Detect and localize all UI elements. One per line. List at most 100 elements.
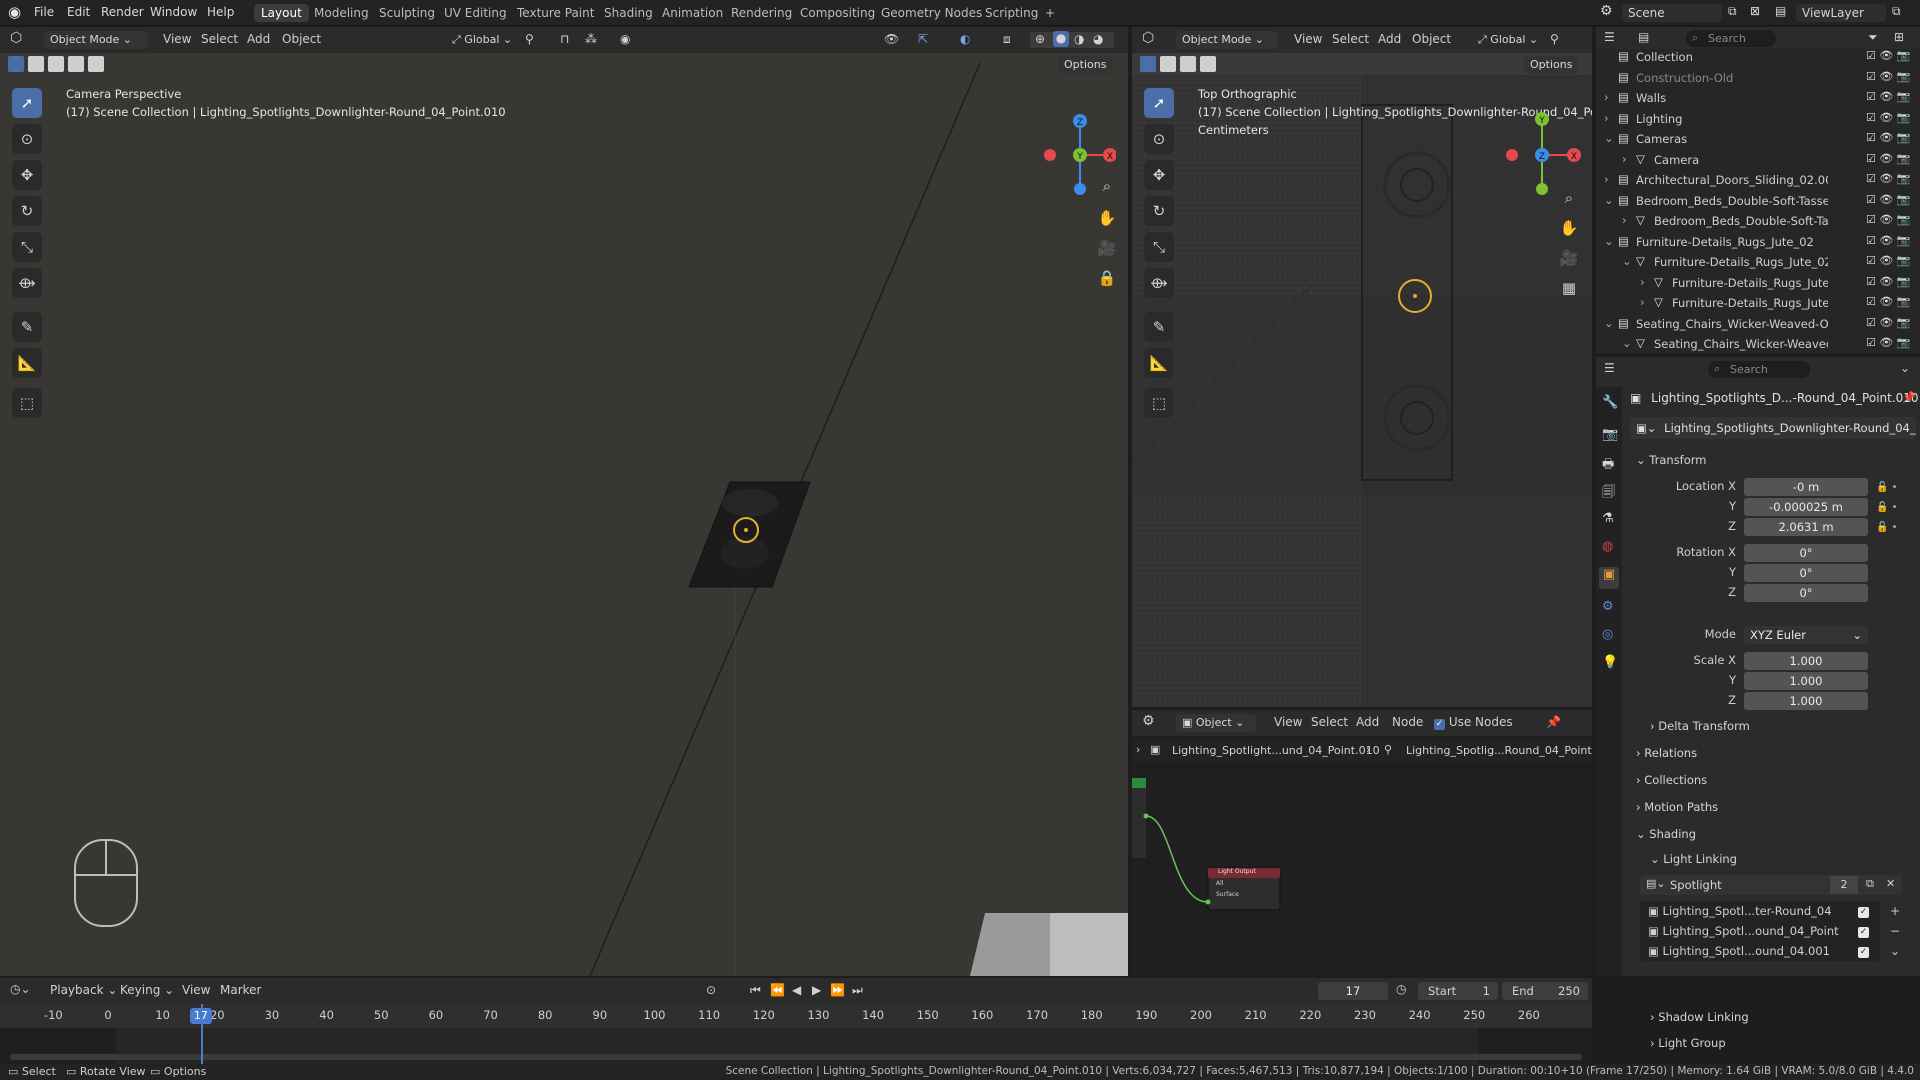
outliner-row[interactable]: › ▽ Camera ☑ 👁 📷 [1596,150,1920,170]
end-frame-field[interactable]: End 250 [1502,982,1588,1000]
physics-tab-icon[interactable]: ◎ [1602,627,1613,642]
add-item-icon[interactable]: + [1890,901,1900,921]
editor2-type-icon[interactable]: ⬡ [1142,30,1154,46]
expand-arrow-icon[interactable]: ⌄ [1622,336,1632,350]
object-datablock-field[interactable]: ▣⌄ Lighting_Spotlights_Downlighter-Round… [1630,417,1916,439]
light-group-section[interactable]: › Light Group [1650,1036,1726,1050]
timeline-menu-keying[interactable]: Keying ⌄ [120,983,174,997]
ne-menu-view[interactable]: View [1274,715,1302,729]
outliner-row[interactable]: › ▤ Lighting ☑ 👁 📷 [1596,109,1920,129]
workspace-tab-sculpting[interactable]: Sculpting [372,4,442,22]
transform2-tool-icon[interactable]: ⟴ [1144,268,1174,298]
visibility-toggles[interactable]: ☑ 👁 📷 [1866,49,1911,62]
new-view-layer-icon[interactable]: ⧉ [1892,4,1901,19]
camera-view-icon[interactable]: 🎥 [1094,235,1120,261]
ne-menu-select[interactable]: Select [1311,715,1348,729]
vp-menu-add[interactable]: Add [247,32,270,46]
rotation-mode-dropdown[interactable]: XYZ Euler ⌄ [1744,626,1868,644]
preview-range-icon[interactable]: ◷ [1396,982,1406,996]
jump-keyframe-back-icon[interactable]: ⏪ [770,983,785,997]
play-reverse-icon[interactable]: ◀ [792,983,801,997]
add-workspace-button[interactable]: + [1038,4,1062,22]
select2-difference-icon[interactable] [1200,56,1216,72]
pin-icon[interactable]: 📌 [1546,715,1561,729]
workspace-tab-compositing[interactable]: Compositing [793,4,882,22]
jump-keyframe-forward-icon[interactable]: ⏩ [830,983,845,997]
visibility-toggles[interactable]: ☑ 👁 📷 [1866,70,1911,83]
collection-browse-icon[interactable]: ▤⌄ [1646,877,1666,890]
outliner-search-input[interactable]: ⌕ Search [1686,30,1776,47]
ortho-grid-icon[interactable]: ▦ [1556,275,1582,301]
expand-arrow-icon[interactable]: ⌄ [1604,234,1614,248]
solid-shading-icon[interactable]: ● [1053,31,1069,47]
new-scene-icon[interactable]: ⧉ [1728,4,1737,19]
timeline-menu-view[interactable]: View [182,983,210,997]
visibility-toggles[interactable]: ☑ 👁 📷 [1866,152,1911,165]
visibility-toggles[interactable]: ☑ 👁 📷 [1866,193,1911,206]
display-mode-icon[interactable]: ▤ [1638,30,1649,44]
view-layer-selector[interactable]: ViewLayer [1796,4,1886,22]
expand-arrow-icon[interactable]: › [1640,295,1645,309]
timeline-type-icon[interactable]: ◷⌄ [10,982,31,996]
select2-new-icon[interactable] [1140,56,1156,72]
outliner-type-icon[interactable]: ☰ [1604,30,1615,44]
use-nodes-checkbox[interactable]: ✓ Use Nodes [1434,715,1513,730]
object-name-field[interactable]: Lighting_Spotlights_D...-Round_04_Point.… [1651,391,1918,405]
visibility-toggles[interactable]: ☑ 👁 📷 [1866,90,1911,103]
lock-loc-y-icon[interactable]: 🔓 • [1876,498,1898,518]
play-icon[interactable]: ▶ [812,983,821,997]
node-editor[interactable]: ⚙ ▣ Object ⌄ View Select Add Node ✓ Use … [1132,710,1592,976]
blender-logo-icon[interactable]: ◉ [8,3,21,21]
delta-transform-section[interactable]: › Delta Transform [1650,719,1750,733]
visibility-toggles[interactable]: ☑ 👁 📷 [1866,316,1911,329]
vp2-menu-add[interactable]: Add [1378,32,1401,46]
material-shading-icon[interactable]: ◑ [1074,32,1084,46]
auto-keying-icon[interactable]: ⊙ [706,983,716,997]
outliner-row[interactable]: › ▤ Walls ☑ 👁 📷 [1596,88,1920,108]
view-layer-tab-icon[interactable]: 🗐 [1602,483,1615,505]
expand-arrow-icon[interactable]: › [1604,172,1609,186]
unlink-collection-icon[interactable]: ✕ [1886,877,1895,890]
outliner-row[interactable]: ⌄ ▤ Seating_Chairs_Wicker-Weaved-Outdc ☑ 👁 … [1596,314,1920,334]
workspace-tab-shading[interactable]: Shading [597,4,660,22]
list-menu-icon[interactable]: ⌄ [1890,941,1900,961]
outliner-row[interactable]: ⌄ ▽ Furniture-Details_Rugs_Jute_02.001 ☑ 👁 … [1596,252,1920,272]
expand-arrow-icon[interactable]: ⌄ [1604,193,1614,207]
vp2-menu-view[interactable]: View [1294,32,1322,46]
visibility-toggles[interactable]: ☑ 👁 📷 [1866,131,1911,144]
visibility-toggles[interactable]: ☑ 👁 📷 [1866,234,1911,247]
move2-tool-icon[interactable]: ✥ [1144,160,1174,190]
light-link-item[interactable]: ▣ Lighting_Spotl...ter-Round_04 ✓ [1648,904,1888,924]
expand-arrow-icon[interactable]: › [1622,152,1627,166]
viewport2-options-button[interactable]: Options [1524,56,1579,74]
outliner-row[interactable]: ⌄ ▤ Furniture-Details_Rugs_Jute_02 ☑ 👁 📷 [1596,232,1920,252]
location-y-field[interactable]: -0.000025 m [1744,498,1868,516]
pan2-hand-icon[interactable]: ✋ [1556,215,1582,241]
workspace-tab-modeling[interactable]: Modeling [307,4,376,22]
rotation-z-field[interactable]: 0° [1744,584,1868,602]
select2-subtract-icon[interactable] [1180,56,1196,72]
render-tab-icon[interactable]: 📷 [1602,427,1618,442]
pin-properties-icon[interactable]: 📌 [1902,391,1916,404]
light-link-checkbox[interactable]: ✓ [1858,947,1869,958]
outliner-row[interactable]: ⌄ ▤ Bedroom_Beds_Double-Soft-Tassel_01. ☑ 👁… [1596,191,1920,211]
editor-type-icon[interactable]: ⬡ [10,30,22,46]
expand-arrow-icon[interactable]: ⌄ [1604,131,1614,145]
menu-file[interactable]: File [34,5,54,19]
vp-menu-select[interactable]: Select [201,32,238,46]
menu-edit[interactable]: Edit [67,5,90,19]
timeline-scrollbar[interactable] [10,1054,1582,1060]
workspace-tab-texture-paint[interactable]: Texture Paint [510,4,601,22]
snap-target-icon[interactable]: ⁂ [585,32,597,46]
visibility-toggles[interactable]: ☑ 👁 📷 [1866,111,1911,124]
outliner-row[interactable]: › ▤ Architectural_Doors_Sliding_02.001 ☑ 👁 … [1596,170,1920,190]
jump-end-icon[interactable]: ⏭ [852,983,863,998]
properties-dropdown-icon[interactable]: ⌄ [1900,361,1910,375]
outliner-row[interactable]: › ▽ Furniture-Details_Rugs_Jute ☑ 👁 📷 [1596,273,1920,293]
xray-icon[interactable]: ⧈ [1003,32,1011,47]
select2-extend-icon[interactable] [1160,56,1176,72]
start-frame-field[interactable]: Start 1 [1418,982,1498,1000]
outliner-row[interactable]: ▤ Construction-Old ☑ 👁 📷 [1596,68,1920,88]
cursor2-tool-icon[interactable]: ⊙ [1144,124,1174,154]
expand-arrow-icon[interactable]: › [1640,275,1645,289]
